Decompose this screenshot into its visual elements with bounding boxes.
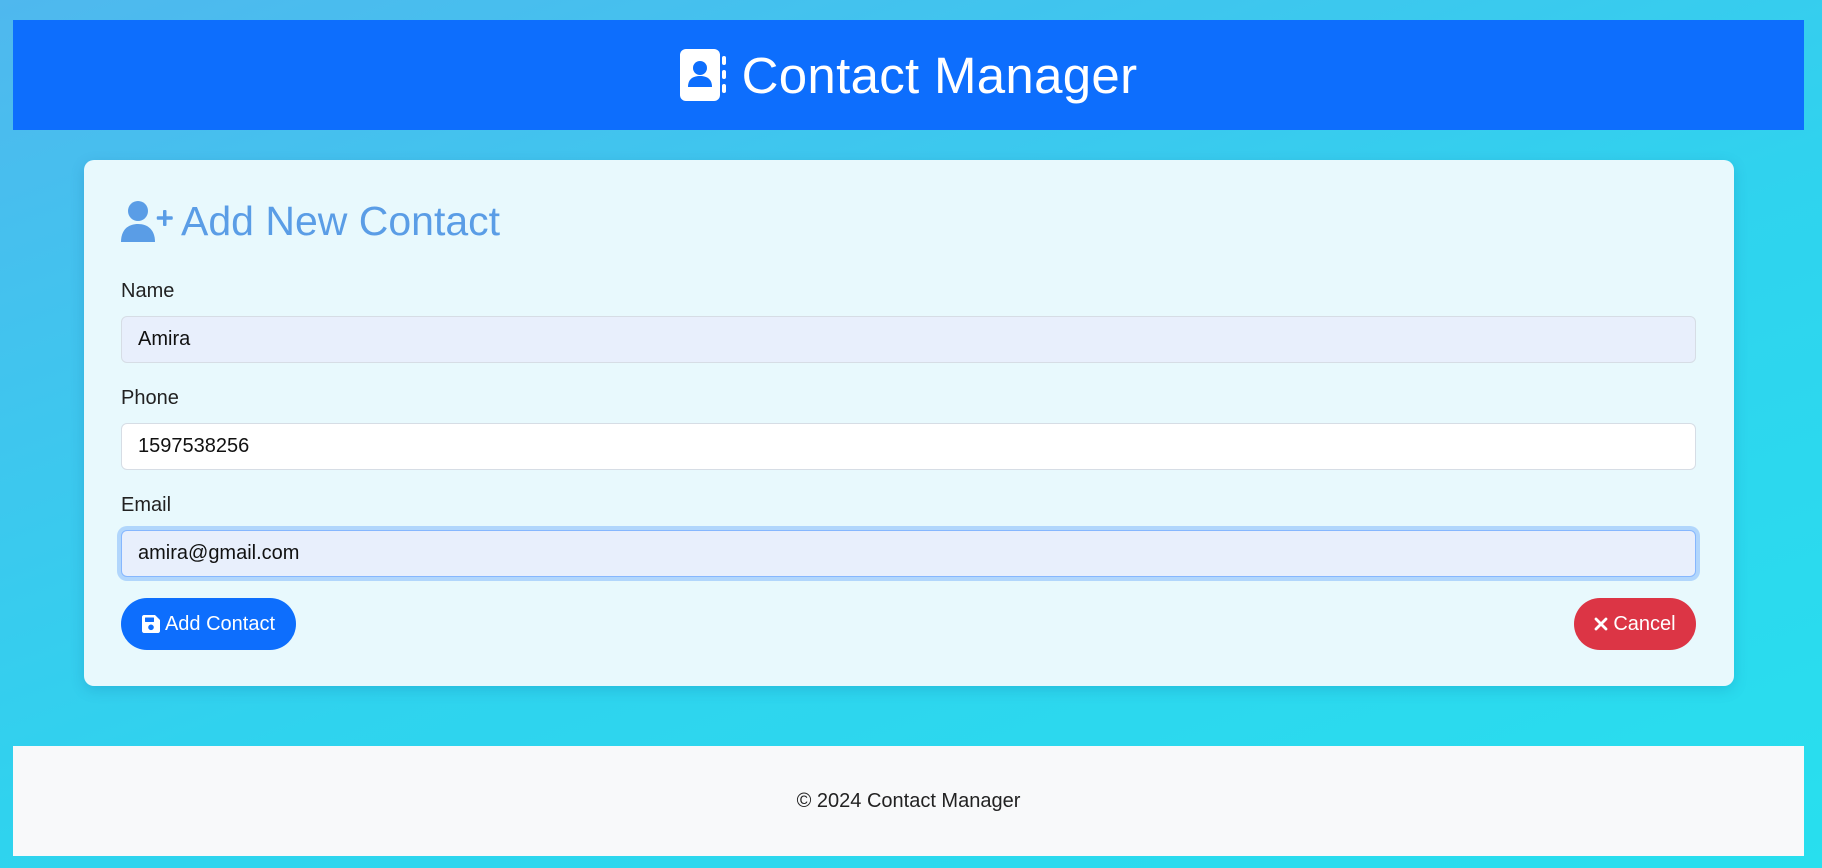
user-plus-icon bbox=[121, 200, 173, 244]
form-title: Add New Contact bbox=[181, 198, 501, 244]
cancel-button[interactable]: Cancel bbox=[1574, 598, 1696, 650]
page-footer: © 2024 Contact Manager bbox=[13, 746, 1804, 856]
add-contact-button[interactable]: Add Contact bbox=[121, 598, 296, 650]
email-input[interactable] bbox=[121, 530, 1696, 577]
address-book-icon bbox=[679, 49, 728, 101]
app-header: Contact Manager bbox=[13, 20, 1804, 130]
name-input[interactable] bbox=[121, 316, 1696, 363]
app-title: Contact Manager bbox=[741, 46, 1138, 104]
form-heading: Add New Contact bbox=[121, 198, 500, 245]
add-contact-card: Add New Contact Name Phone Email Add Con… bbox=[84, 160, 1734, 686]
email-label: Email bbox=[121, 494, 172, 516]
footer-copyright: © 2024 Contact Manager bbox=[796, 789, 1021, 812]
close-icon bbox=[1594, 617, 1608, 631]
phone-label: Phone bbox=[121, 387, 179, 409]
cancel-label: Cancel bbox=[1613, 612, 1676, 635]
name-label: Name bbox=[121, 280, 175, 302]
save-icon bbox=[141, 615, 160, 633]
phone-input[interactable] bbox=[121, 423, 1696, 470]
add-contact-label: Add Contact bbox=[164, 612, 276, 635]
